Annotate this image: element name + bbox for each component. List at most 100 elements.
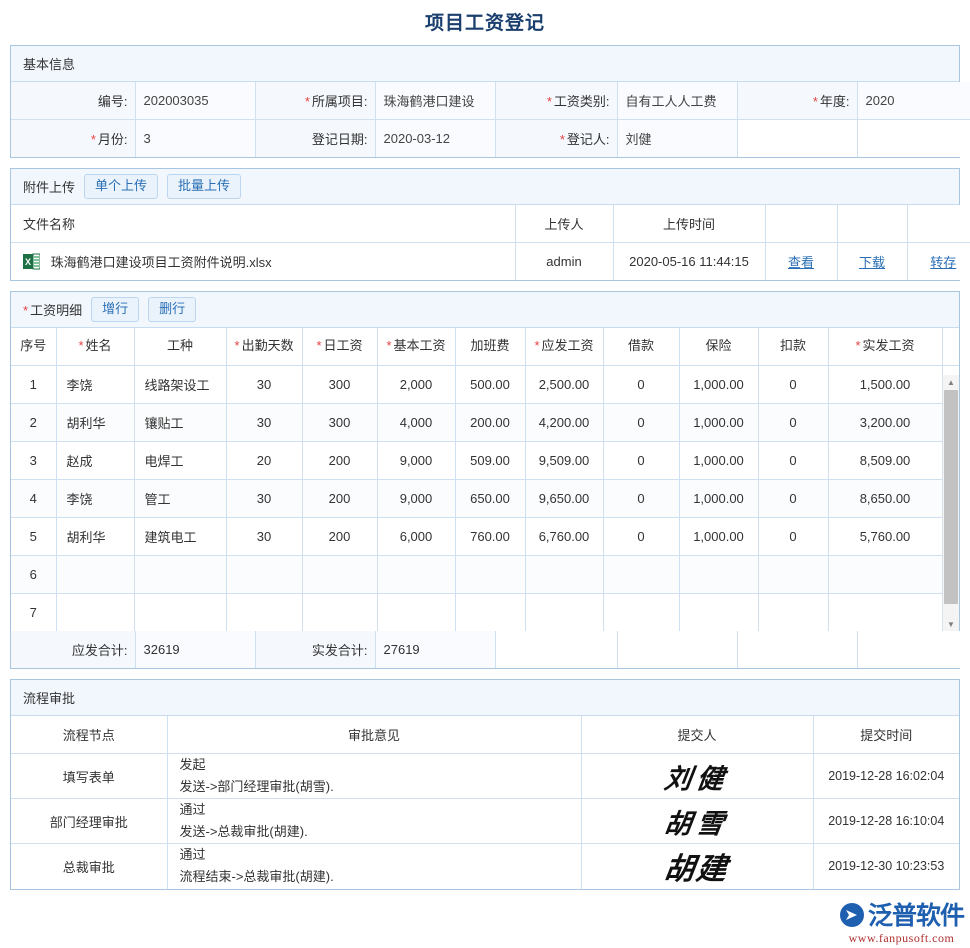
cell-base-salary[interactable] — [377, 594, 455, 632]
cell-daily-wage[interactable] — [302, 556, 377, 594]
cell-name[interactable] — [56, 556, 134, 594]
scroll-up-arrow-icon[interactable]: ▲ — [943, 375, 959, 389]
cell-base-salary[interactable] — [377, 556, 455, 594]
cell-daily-wage[interactable]: 300 — [302, 366, 377, 404]
cell-deduction[interactable]: 0 — [758, 442, 828, 480]
cell-loan[interactable] — [603, 556, 679, 594]
cell-base-salary[interactable]: 4,000 — [377, 404, 455, 442]
cell-days[interactable]: 30 — [226, 366, 302, 404]
cell-job-type[interactable]: 电焊工 — [134, 442, 226, 480]
cell-days[interactable]: 20 — [226, 442, 302, 480]
field-value-registrant[interactable]: 刘健 — [617, 120, 737, 158]
cell-overtime[interactable]: 760.00 — [455, 518, 525, 556]
field-value-code[interactable]: 202003035 — [135, 82, 255, 120]
table-row[interactable]: 2 胡利华 镶贴工 30 300 4,000 200.00 4,200.00 0… — [11, 404, 959, 442]
field-value-year[interactable]: 2020 — [857, 82, 970, 120]
cell-name[interactable]: 赵成 — [56, 442, 134, 480]
cell-gross[interactable] — [525, 556, 603, 594]
cell-loan[interactable]: 0 — [603, 518, 679, 556]
table-row[interactable]: 1 李饶 线路架设工 30 300 2,000 500.00 2,500.00 … — [11, 366, 959, 404]
cell-overtime[interactable] — [455, 556, 525, 594]
cell-deduction[interactable]: 0 — [758, 366, 828, 404]
cell-name[interactable]: 李饶 — [56, 480, 134, 518]
cell-deduction[interactable]: 0 — [758, 480, 828, 518]
field-value-salary-type[interactable]: 自有工人人工费 — [617, 82, 737, 120]
field-value-project[interactable]: 珠海鹤港口建设 — [375, 82, 495, 120]
cell-base-salary[interactable]: 9,000 — [377, 442, 455, 480]
single-upload-button[interactable]: 单个上传 — [84, 174, 158, 198]
cell-gross[interactable]: 9,509.00 — [525, 442, 603, 480]
cell-job-type[interactable]: 建筑电工 — [134, 518, 226, 556]
cell-gross[interactable]: 2,500.00 — [525, 366, 603, 404]
field-value-register-date[interactable]: 2020-03-12 — [375, 120, 495, 158]
cell-insurance[interactable]: 1,000.00 — [679, 518, 758, 556]
cell-loan[interactable]: 0 — [603, 480, 679, 518]
cell-days[interactable]: 30 — [226, 480, 302, 518]
delete-row-button[interactable]: 删行 — [148, 297, 196, 321]
cell-name[interactable]: 李饶 — [56, 366, 134, 404]
view-link[interactable]: 查看 — [788, 255, 814, 270]
cell-net[interactable]: 3,200.00 — [828, 404, 942, 442]
cell-daily-wage[interactable]: 200 — [302, 518, 377, 556]
cell-days[interactable] — [226, 556, 302, 594]
cell-overtime[interactable]: 200.00 — [455, 404, 525, 442]
scroll-down-arrow-icon[interactable]: ▼ — [943, 617, 959, 631]
table-row[interactable]: 4 李饶 管工 30 200 9,000 650.00 9,650.00 0 1… — [11, 480, 959, 518]
table-row[interactable]: 3 赵成 电焊工 20 200 9,000 509.00 9,509.00 0 … — [11, 442, 959, 480]
cell-base-salary[interactable]: 9,000 — [377, 480, 455, 518]
cell-deduction[interactable] — [758, 556, 828, 594]
cell-overtime[interactable]: 650.00 — [455, 480, 525, 518]
save-as-link[interactable]: 转存 — [930, 255, 956, 270]
scrollbar-thumb[interactable] — [944, 390, 958, 604]
cell-name[interactable]: 胡利华 — [56, 518, 134, 556]
cell-base-salary[interactable]: 2,000 — [377, 366, 455, 404]
cell-net[interactable] — [828, 556, 942, 594]
cell-base-salary[interactable]: 6,000 — [377, 518, 455, 556]
cell-loan[interactable]: 0 — [603, 404, 679, 442]
cell-deduction[interactable]: 0 — [758, 404, 828, 442]
table-row[interactable]: 6 — [11, 556, 959, 594]
cell-overtime[interactable] — [455, 594, 525, 632]
cell-loan[interactable] — [603, 594, 679, 632]
cell-insurance[interactable] — [679, 556, 758, 594]
cell-daily-wage[interactable]: 200 — [302, 442, 377, 480]
cell-job-type[interactable] — [134, 594, 226, 632]
field-value-month[interactable]: 3 — [135, 120, 255, 158]
cell-gross[interactable]: 6,760.00 — [525, 518, 603, 556]
salary-detail-scrollbar[interactable]: ▲ ▼ — [942, 375, 959, 631]
cell-days[interactable]: 30 — [226, 404, 302, 442]
cell-daily-wage[interactable] — [302, 594, 377, 632]
download-link[interactable]: 下载 — [859, 255, 885, 270]
cell-daily-wage[interactable]: 200 — [302, 480, 377, 518]
cell-loan[interactable]: 0 — [603, 442, 679, 480]
cell-insurance[interactable] — [679, 594, 758, 632]
cell-net[interactable] — [828, 594, 942, 632]
batch-upload-button[interactable]: 批量上传 — [167, 174, 241, 198]
cell-net[interactable]: 1,500.00 — [828, 366, 942, 404]
cell-name[interactable]: 胡利华 — [56, 404, 134, 442]
cell-net[interactable]: 5,760.00 — [828, 518, 942, 556]
cell-gross[interactable]: 4,200.00 — [525, 404, 603, 442]
cell-net[interactable]: 8,650.00 — [828, 480, 942, 518]
add-row-button[interactable]: 增行 — [91, 297, 139, 321]
table-row[interactable]: 5 胡利华 建筑电工 30 200 6,000 760.00 6,760.00 … — [11, 518, 959, 556]
cell-net[interactable]: 8,509.00 — [828, 442, 942, 480]
table-row[interactable]: 7 — [11, 594, 959, 632]
cell-deduction[interactable]: 0 — [758, 518, 828, 556]
cell-insurance[interactable]: 1,000.00 — [679, 366, 758, 404]
cell-daily-wage[interactable]: 300 — [302, 404, 377, 442]
cell-days[interactable] — [226, 594, 302, 632]
cell-overtime[interactable]: 509.00 — [455, 442, 525, 480]
cell-job-type[interactable]: 管工 — [134, 480, 226, 518]
cell-overtime[interactable]: 500.00 — [455, 366, 525, 404]
cell-job-type[interactable] — [134, 556, 226, 594]
cell-loan[interactable]: 0 — [603, 366, 679, 404]
cell-insurance[interactable]: 1,000.00 — [679, 404, 758, 442]
cell-insurance[interactable]: 1,000.00 — [679, 442, 758, 480]
cell-name[interactable] — [56, 594, 134, 632]
cell-job-type[interactable]: 镶贴工 — [134, 404, 226, 442]
cell-days[interactable]: 30 — [226, 518, 302, 556]
cell-job-type[interactable]: 线路架设工 — [134, 366, 226, 404]
cell-deduction[interactable] — [758, 594, 828, 632]
cell-gross[interactable]: 9,650.00 — [525, 480, 603, 518]
